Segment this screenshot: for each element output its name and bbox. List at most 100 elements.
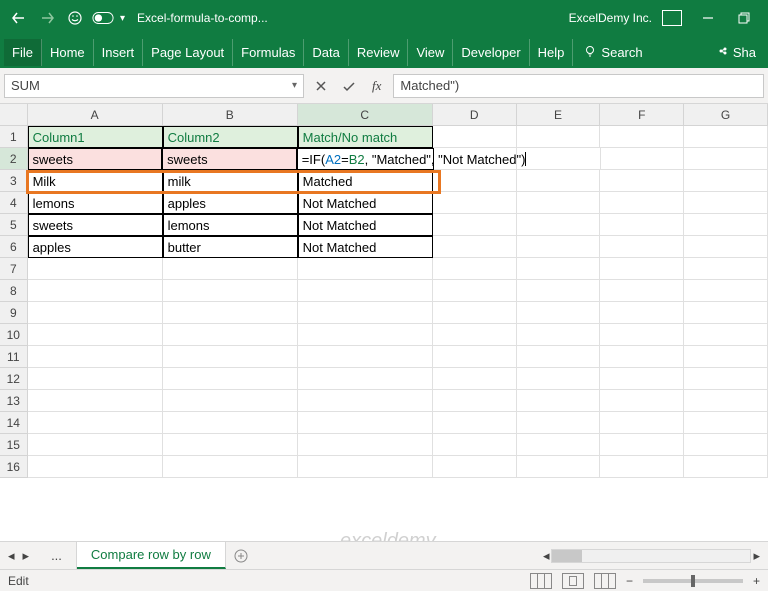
cell[interactable] <box>684 170 768 192</box>
cell[interactable] <box>28 280 163 302</box>
cell[interactable] <box>28 412 163 434</box>
cell[interactable] <box>163 368 298 390</box>
tab-home[interactable]: Home <box>42 39 94 66</box>
cell[interactable]: lemons <box>163 214 298 236</box>
cell[interactable]: =IF(A2=B2, "Matched", "Not Matched") <box>297 148 434 170</box>
tab-view[interactable]: View <box>408 39 453 66</box>
cell[interactable] <box>684 346 768 368</box>
row-header[interactable]: 12 <box>0 368 28 390</box>
cell[interactable] <box>517 126 601 148</box>
cell[interactable] <box>517 236 601 258</box>
name-box[interactable]: SUM ▾ <box>4 74 304 98</box>
new-sheet-button[interactable] <box>226 542 256 569</box>
restore-icon[interactable] <box>728 2 760 34</box>
cell[interactable] <box>684 302 768 324</box>
cell[interactable] <box>298 258 433 280</box>
cell[interactable]: milk <box>163 170 298 192</box>
worksheet[interactable]: A B C D E F G 1Column1Column2Match/No ma… <box>0 104 768 478</box>
cell[interactable] <box>684 126 768 148</box>
cell[interactable] <box>298 346 433 368</box>
cell[interactable] <box>600 126 684 148</box>
cell[interactable] <box>28 258 163 280</box>
cell[interactable] <box>298 280 433 302</box>
cell[interactable] <box>517 258 601 280</box>
cell[interactable] <box>517 368 601 390</box>
ribbon-mode-icon[interactable] <box>662 10 682 26</box>
cell[interactable] <box>298 368 433 390</box>
zoom-out-button[interactable]: − <box>626 574 633 588</box>
smile-icon[interactable] <box>64 7 86 29</box>
cell[interactable] <box>600 434 684 456</box>
row-header[interactable]: 1 <box>0 126 28 148</box>
cell[interactable] <box>163 346 298 368</box>
tab-data[interactable]: Data <box>304 39 348 66</box>
col-header-g[interactable]: G <box>684 104 768 126</box>
row-header[interactable]: 16 <box>0 456 28 478</box>
sheet-tab-active[interactable]: Compare row by row <box>77 542 226 569</box>
cell[interactable] <box>28 390 163 412</box>
cell[interactable] <box>433 390 517 412</box>
cell[interactable] <box>517 170 601 192</box>
cell[interactable]: Column2 <box>163 126 298 148</box>
cell[interactable] <box>298 412 433 434</box>
cell[interactable] <box>433 258 517 280</box>
col-header-e[interactable]: E <box>517 104 601 126</box>
cell[interactable] <box>433 434 517 456</box>
col-header-c[interactable]: C <box>298 104 433 126</box>
cell[interactable] <box>600 302 684 324</box>
cell[interactable] <box>601 148 685 170</box>
row-header[interactable]: 7 <box>0 258 28 280</box>
cell[interactable] <box>684 258 768 280</box>
select-all-corner[interactable] <box>0 104 28 126</box>
view-normal-icon[interactable] <box>530 573 552 589</box>
cell[interactable] <box>163 390 298 412</box>
cell[interactable] <box>684 192 768 214</box>
cell[interactable] <box>600 390 684 412</box>
cell[interactable] <box>298 456 433 478</box>
tab-review[interactable]: Review <box>349 39 409 66</box>
cell[interactable] <box>28 346 163 368</box>
row-header[interactable]: 13 <box>0 390 28 412</box>
horizontal-scroll[interactable]: ◂ ▸ <box>543 548 768 564</box>
cell[interactable] <box>298 434 433 456</box>
cell[interactable] <box>433 302 517 324</box>
cell[interactable]: lemons <box>28 192 163 214</box>
cell[interactable] <box>517 302 601 324</box>
formula-input[interactable]: Matched") <box>393 74 764 98</box>
row-header[interactable]: 8 <box>0 280 28 302</box>
scroll-thumb[interactable] <box>552 550 582 562</box>
autosave-icon[interactable] <box>92 7 114 29</box>
tab-file[interactable]: File <box>4 39 42 66</box>
sheet-nav-next-icon[interactable]: ▸ <box>23 548 30 564</box>
cell[interactable] <box>433 368 517 390</box>
cell[interactable] <box>28 302 163 324</box>
cell[interactable] <box>684 456 768 478</box>
cell[interactable] <box>684 236 768 258</box>
cell[interactable]: butter <box>163 236 298 258</box>
cell[interactable]: Not Matched <box>298 236 433 258</box>
cell[interactable] <box>684 214 768 236</box>
cell[interactable] <box>517 192 601 214</box>
cell[interactable] <box>163 456 298 478</box>
cell[interactable] <box>600 346 684 368</box>
cell[interactable] <box>600 368 684 390</box>
view-pagebreak-icon[interactable] <box>594 573 616 589</box>
view-pagelayout-icon[interactable] <box>562 573 584 589</box>
cell[interactable] <box>28 368 163 390</box>
cell[interactable] <box>684 280 768 302</box>
scroll-right-icon[interactable]: ▸ <box>753 548 760 564</box>
tab-developer[interactable]: Developer <box>453 39 529 66</box>
cell[interactable] <box>517 280 601 302</box>
col-header-d[interactable]: D <box>433 104 517 126</box>
cell[interactable] <box>600 258 684 280</box>
row-header[interactable]: 6 <box>0 236 28 258</box>
cell[interactable] <box>433 214 517 236</box>
col-header-f[interactable]: F <box>600 104 684 126</box>
cell[interactable] <box>684 412 768 434</box>
cell[interactable]: apples <box>163 192 298 214</box>
row-header[interactable]: 5 <box>0 214 28 236</box>
tell-me-search[interactable]: Search <box>583 45 642 60</box>
cell[interactable] <box>517 456 601 478</box>
row-header[interactable]: 2 <box>0 148 28 170</box>
forward-icon[interactable] <box>36 7 58 29</box>
